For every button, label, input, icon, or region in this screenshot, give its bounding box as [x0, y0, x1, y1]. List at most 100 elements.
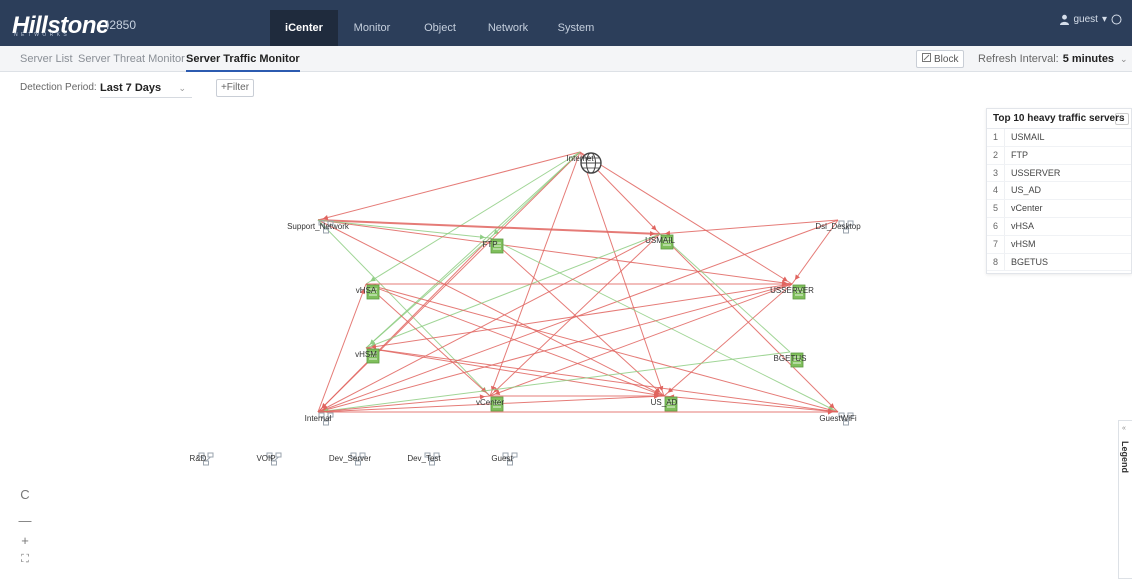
traffic-link[interactable] — [365, 151, 581, 349]
top-server-name: US_AD — [1011, 185, 1042, 196]
top-server-name: FTP — [1011, 149, 1028, 160]
filter-button[interactable]: +Filter — [216, 79, 254, 97]
detection-period-select[interactable]: Last 7 Days ⌄ — [100, 78, 192, 98]
node-label: US_AD — [650, 398, 678, 407]
tab-server-list[interactable]: Server List — [20, 46, 73, 72]
user-icon — [1059, 14, 1070, 25]
detection-period-label: Detection Period: — [20, 82, 97, 93]
traffic-link[interactable] — [365, 283, 793, 349]
top-server-rank: 1 — [987, 129, 1005, 146]
node-label: Dev_Server — [328, 454, 372, 463]
top-server-row[interactable]: 4 US_AD — [987, 182, 1131, 201]
top-server-rank: 5 — [987, 200, 1005, 217]
node-label: FTP — [482, 240, 498, 249]
top-navigation-bar: Hillstone NETWORKS I2850 iCenter Monitor… — [0, 0, 1132, 46]
top-server-row[interactable]: 5 vCenter — [987, 200, 1131, 218]
top-server-name: vHSM — [1011, 238, 1036, 249]
zoom-out-icon[interactable]: — — [18, 514, 32, 528]
chevron-left-icon: « — [1122, 425, 1126, 432]
traffic-topology: Internet Support_Network FTP USMAIL Dsl_Desk… — [0, 100, 980, 579]
nav-tab-monitor[interactable]: Monitor — [338, 10, 406, 46]
top-server-name: vHSA — [1011, 220, 1035, 231]
nav-tab-system[interactable]: System — [542, 10, 610, 46]
sub-tab-bar: Server List Server Threat Monitor Server… — [0, 46, 1132, 72]
node-label: USSERVER — [770, 286, 814, 295]
top-server-row[interactable]: 7 vHSM — [987, 235, 1131, 254]
logo-tagline: NETWORKS — [14, 32, 71, 38]
top-server-row[interactable]: 6 vHSA — [987, 217, 1131, 236]
refresh-interval-value: 5 minutes — [1062, 53, 1115, 65]
node-label: Support_Network — [287, 222, 349, 231]
traffic-link[interactable] — [579, 151, 793, 285]
refresh-icon[interactable]: C — [18, 488, 32, 502]
traffic-link[interactable] — [365, 237, 491, 349]
refresh-interval-label: Refresh Interval: — [978, 53, 1059, 65]
top-server-rank: 8 — [987, 253, 1005, 271]
block-button[interactable]: Block — [916, 50, 965, 68]
chevron-down-icon: ⌄ — [178, 83, 186, 93]
node-label: GuestWiFi — [819, 414, 857, 423]
traffic-link[interactable] — [659, 219, 839, 235]
legend-tab[interactable]: « Legend — [1118, 420, 1132, 579]
tab-server-traffic-monitor[interactable]: Server Traffic Monitor — [186, 46, 300, 72]
top-servers-panel: Top 10 heavy traffic servers ›› 1 USMAIL 2… — [986, 108, 1132, 274]
top-server-rank: 6 — [987, 217, 1005, 235]
block-label: Block — [934, 53, 959, 65]
node-label: vCenter — [475, 398, 505, 407]
traffic-link[interactable] — [489, 237, 839, 413]
top-server-name: USMAIL — [1011, 132, 1045, 142]
traffic-link[interactable] — [317, 219, 491, 397]
nav-tab-network[interactable]: Network — [474, 10, 542, 46]
help-icon[interactable] — [1111, 14, 1122, 25]
user-menu[interactable]: guest ▾ — [1059, 14, 1123, 25]
top-server-row[interactable]: 1 USMAIL — [987, 129, 1131, 147]
tab-server-threat-monitor[interactable]: Server Threat Monitor — [78, 46, 185, 72]
traffic-link[interactable] — [317, 351, 791, 413]
traffic-link[interactable] — [317, 151, 581, 413]
top-server-row[interactable]: 8 BGETUS — [987, 253, 1131, 272]
node-label: VOIP — [256, 454, 276, 463]
traffic-link[interactable] — [317, 283, 793, 413]
chevron-down-icon: ▾ — [1101, 14, 1107, 25]
top-server-name: BGETUS — [1011, 256, 1049, 267]
node-label: Dsl_Desktop — [815, 222, 861, 231]
traffic-link[interactable] — [489, 283, 793, 397]
zoom-in-icon[interactable]: + — [18, 534, 32, 548]
block-icon — [922, 53, 931, 65]
top-server-row[interactable]: 3 USSERVER — [987, 164, 1131, 183]
traffic-link[interactable] — [317, 233, 661, 413]
link-arrow — [794, 274, 800, 280]
fit-screen-icon[interactable]: ⛶ — [18, 552, 32, 566]
legend-label: Legend — [1120, 441, 1130, 474]
top-servers-title: Top 10 heavy traffic servers — [987, 109, 1131, 129]
collapse-icon[interactable]: ›› — [1115, 113, 1129, 125]
username: guest — [1073, 14, 1098, 25]
traffic-link[interactable] — [365, 233, 661, 349]
top-server-rank: 4 — [987, 182, 1005, 200]
traffic-link[interactable] — [317, 151, 581, 221]
nav-tab-object[interactable]: Object — [406, 10, 474, 46]
top-servers-list: 1 USMAIL 2 FTP 3 USSERVER 4 US_AD 5 vCenter 6 vHSA 7… — [987, 129, 1131, 272]
top-server-row[interactable]: 2 FTP — [987, 146, 1131, 165]
node-label: R&D — [189, 454, 207, 463]
node-label: vHSA — [355, 286, 377, 295]
filter-bar: Detection Period: Last 7 Days ⌄ +Filter — [0, 78, 1132, 100]
device-model: I2850 — [106, 18, 137, 32]
traffic-link[interactable] — [365, 151, 581, 285]
node-label: Internal — [304, 414, 332, 423]
chevron-down-icon[interactable]: ⌄ — [1120, 54, 1128, 65]
refresh-interval[interactable]: Refresh Interval: 5 minutes — [978, 46, 1114, 72]
node-label: Dev_Test — [407, 454, 441, 463]
node-label: Guest — [491, 454, 513, 463]
top-server-rank: 7 — [987, 235, 1005, 253]
detection-period-value: Last 7 Days — [100, 82, 162, 94]
traffic-links — [317, 151, 839, 415]
node-label: Internet — [566, 154, 594, 163]
node-label: BGETUS — [773, 354, 807, 363]
top-server-rank: 3 — [987, 164, 1005, 182]
main-nav: iCenter Monitor Object Network System — [270, 10, 610, 46]
traffic-link[interactable] — [317, 283, 367, 413]
node-label: vHSM — [355, 350, 377, 359]
nav-tab-icenter[interactable]: iCenter — [270, 10, 338, 46]
node-label: USMAIL — [645, 236, 675, 245]
